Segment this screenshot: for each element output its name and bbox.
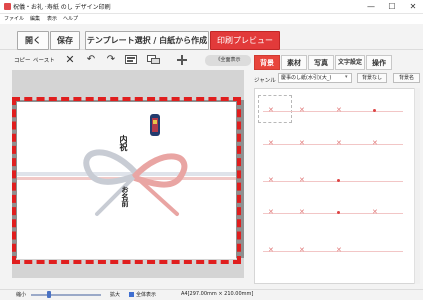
chevron-down-icon[interactable]: ▾: [345, 74, 348, 80]
grid-icon[interactable]: [176, 55, 188, 65]
thumbnail-scrollbar[interactable]: [414, 88, 420, 284]
open-button[interactable]: 開く: [17, 31, 49, 50]
undo-icon[interactable]: ↶: [84, 53, 98, 67]
tab-operation[interactable]: 操作: [366, 55, 392, 70]
menu-view[interactable]: 表示: [47, 15, 57, 22]
app-icon: [4, 3, 11, 10]
canvas-margin-top: [12, 70, 244, 100]
preview-upper-text[interactable]: 内祝: [119, 135, 130, 151]
zoom-slider-thumb[interactable]: [47, 291, 51, 298]
fit-label[interactable]: 全体表示: [136, 291, 156, 298]
tab-background[interactable]: 背景: [254, 55, 280, 70]
paste-button[interactable]: ペースト: [33, 56, 55, 64]
zoom-in-label[interactable]: 拡大: [110, 291, 120, 298]
align-icon[interactable]: [125, 55, 137, 64]
redo-icon[interactable]: ↷: [104, 53, 118, 67]
template-select-button[interactable]: テンプレート選択 / 白紙から作成: [85, 31, 209, 50]
minimize-button[interactable]: —: [362, 0, 380, 14]
zoom-slider[interactable]: [31, 294, 101, 296]
preview-lower-text[interactable]: お名前: [120, 186, 130, 207]
paper-size-readout: A4[297.00mm × 210.00mm]: [181, 291, 254, 297]
zoom-out-label[interactable]: 縮小: [16, 291, 26, 298]
fullview-scroll-button[interactable]: 《全面表示: [205, 55, 251, 66]
layer-icon[interactable]: [147, 55, 161, 64]
thumbnail-selected[interactable]: [258, 95, 292, 123]
delete-icon[interactable]: ✕: [63, 53, 77, 67]
fit-checkbox[interactable]: [129, 292, 134, 297]
menu-edit[interactable]: 編集: [30, 15, 40, 22]
tab-text-settings[interactable]: 文字設定: [335, 55, 365, 70]
maximize-button[interactable]: ☐: [383, 0, 401, 14]
genre-label: ジャンル: [254, 78, 276, 84]
copy-button[interactable]: コピー: [14, 56, 31, 64]
mizuhiki-graphic: [17, 114, 236, 216]
tab-photo[interactable]: 写真: [308, 55, 334, 70]
tab-material[interactable]: 素材: [281, 55, 307, 70]
print-preview-button[interactable]: 印刷プレビュー: [210, 31, 280, 50]
background-thumbnail-list: ✕ ✕ ✕ ✕ ✕ ✕ ✕ ✕ ✕ ✕ ✕ ✕ ✕ ✕ ✕: [254, 88, 420, 284]
save-button[interactable]: 保存: [50, 31, 80, 50]
close-button[interactable]: ✕: [404, 0, 422, 14]
menu-help[interactable]: ヘルプ: [63, 15, 78, 22]
genre-select[interactable]: 慶事のし紙(水引)(大_): [278, 73, 352, 83]
background-name-button[interactable]: 背景名: [393, 73, 420, 83]
no-background-button[interactable]: 背景なし: [357, 73, 387, 83]
app-window: 祝儀・お礼 ·寿紙 のし デザイン印刷 — ☐ ✕ ファイル 編集 表示 ヘルプ…: [0, 0, 423, 300]
menu-file[interactable]: ファイル: [4, 15, 24, 22]
window-title: 祝儀・お礼 ·寿紙 のし デザイン印刷: [13, 4, 111, 11]
